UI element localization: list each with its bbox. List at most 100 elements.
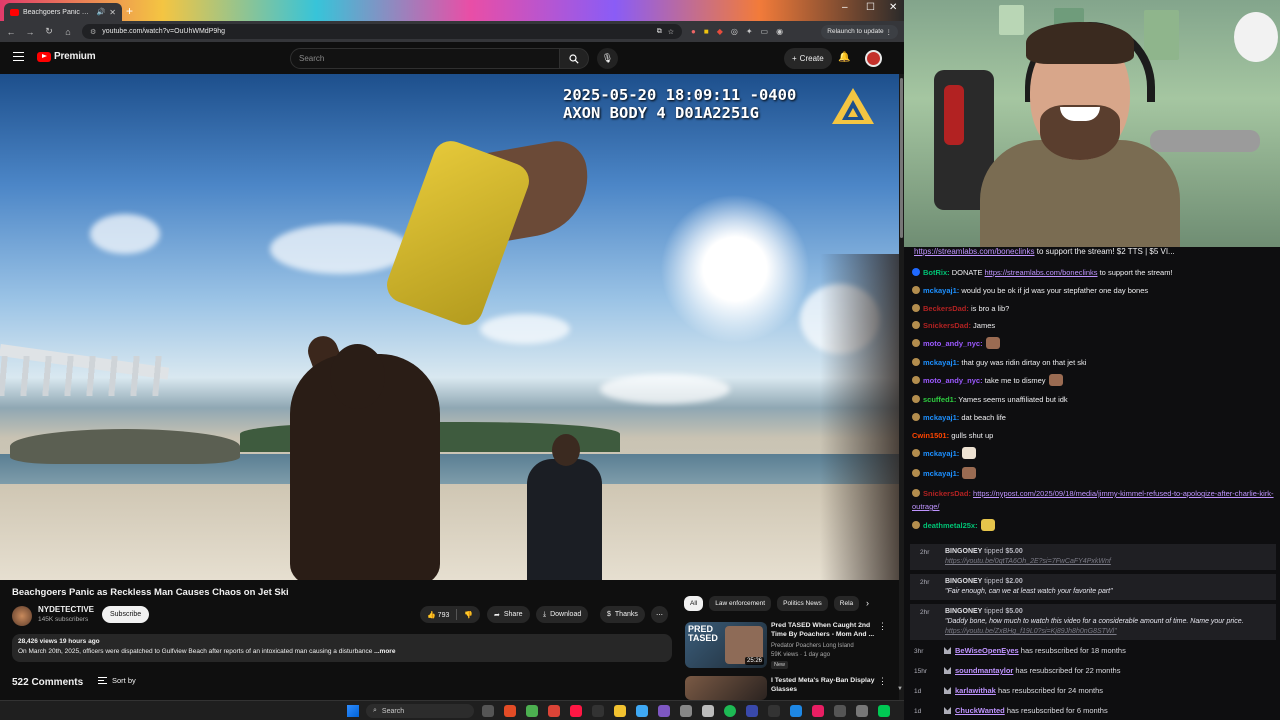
chip-related[interactable]: Rela xyxy=(833,596,860,611)
resub-username[interactable]: ChuckWanted xyxy=(955,706,1005,715)
related-video-title[interactable]: I Tested Meta's Ray-Ban Display Glasses xyxy=(771,677,875,694)
taskbar-search[interactable]: ⌕ Search xyxy=(366,704,474,718)
extensions-puzzle-icon[interactable]: ✦ xyxy=(746,27,753,36)
tip-username[interactable]: BINGONEY xyxy=(945,548,982,555)
scrollbar-thumb[interactable] xyxy=(900,78,903,238)
resub-username[interactable]: soundmantaylor xyxy=(955,666,1013,675)
app-icon[interactable] xyxy=(878,705,890,717)
tip-link[interactable]: https://youtu.be/ZxBHg_f19L0?si=Kj89Jh8h… xyxy=(945,627,1272,637)
app-icon[interactable] xyxy=(548,705,560,717)
profile-icon[interactable]: ◉ xyxy=(776,27,783,36)
app-icon[interactable] xyxy=(570,705,582,717)
new-tab-icon[interactable]: + xyxy=(126,4,133,18)
related-video-title[interactable]: Pred TASED When Caught 2nd Time By Poach… xyxy=(771,622,875,639)
chat-username[interactable]: mckayaj1: xyxy=(923,286,959,295)
extension-icon[interactable]: ◎ xyxy=(731,27,738,36)
subscribe-button[interactable]: Subscribe xyxy=(102,606,150,623)
windows-start-icon[interactable] xyxy=(347,705,359,717)
chip-law-enforcement[interactable]: Law enforcement xyxy=(709,596,772,611)
chat-username[interactable]: Cwin1501: xyxy=(912,431,949,440)
home-icon[interactable]: ⌂ xyxy=(63,27,73,37)
tip-username[interactable]: BINGONEY xyxy=(945,578,982,585)
install-icon[interactable]: ⧉ xyxy=(657,28,662,36)
show-more-link[interactable]: ...more xyxy=(374,648,395,655)
share-button[interactable]: ➦ Share xyxy=(487,606,530,623)
chat-username[interactable]: mckayaj1: xyxy=(923,449,959,458)
download-button[interactable]: ⤓ Download xyxy=(536,606,589,623)
scroll-down-icon[interactable]: ▼ xyxy=(897,686,903,692)
extension-icon[interactable]: ■ xyxy=(704,27,709,36)
sort-comments-button[interactable]: Sort by xyxy=(98,676,136,685)
chat-username[interactable]: BotRix: xyxy=(923,268,950,277)
app-icon[interactable] xyxy=(702,705,714,717)
app-icon[interactable] xyxy=(812,705,824,717)
app-icon[interactable] xyxy=(592,705,604,717)
close-window-icon[interactable]: ✕ xyxy=(889,2,897,13)
related-thumbnail[interactable] xyxy=(685,676,767,700)
resub-username[interactable]: BeWiseOpenEyes xyxy=(955,646,1019,655)
chat-username[interactable]: mckayaj1: xyxy=(923,358,959,367)
app-icon[interactable] xyxy=(636,705,648,717)
thanks-button[interactable]: $ Thanks xyxy=(600,606,645,623)
chat-username[interactable]: SnickersDad: xyxy=(923,321,971,330)
app-icon[interactable] xyxy=(658,705,670,717)
create-button[interactable]: + Create xyxy=(784,48,832,69)
like-button[interactable]: 👍 793 xyxy=(427,611,449,619)
search-input[interactable]: Search xyxy=(290,48,560,69)
channel-name[interactable]: NYDETECTIVE xyxy=(38,605,94,614)
browser-tab[interactable]: Beachgoers Panic as Reckle... 🔊 ✕ xyxy=(4,3,122,21)
close-tab-icon[interactable]: ✕ xyxy=(109,8,116,17)
app-icon[interactable] xyxy=(790,705,802,717)
chat-username[interactable]: SnickersDad: xyxy=(923,489,971,498)
chip-politics-news[interactable]: Politics News xyxy=(777,596,828,611)
side-panel-icon[interactable]: ▭ xyxy=(761,27,769,36)
bookmark-star-icon[interactable]: ☆ xyxy=(668,28,674,36)
youtube-premium-logo[interactable]: Premium xyxy=(37,51,96,62)
notifications-bell-icon[interactable]: 🔔 xyxy=(838,52,850,63)
related-video-channel[interactable]: Predator Poachers Long Island xyxy=(771,642,854,650)
microphone-button[interactable]: 🎙 xyxy=(597,48,618,69)
ticker-link[interactable]: https://streamlabs.com/boneclinks xyxy=(914,247,1035,256)
chevron-right-icon[interactable]: › xyxy=(866,598,869,608)
task-view-icon[interactable] xyxy=(482,705,494,717)
more-vertical-icon[interactable]: ⋮ xyxy=(878,676,887,687)
file-explorer-icon[interactable] xyxy=(614,705,626,717)
back-icon[interactable]: ← xyxy=(6,27,16,37)
site-info-icon[interactable]: ⚙ xyxy=(90,28,96,36)
search-button[interactable] xyxy=(559,48,589,69)
reload-icon[interactable]: ↻ xyxy=(44,26,54,37)
app-icon[interactable] xyxy=(768,705,780,717)
channel-avatar[interactable] xyxy=(12,606,32,626)
spotify-icon[interactable] xyxy=(724,705,736,717)
app-icon[interactable] xyxy=(504,705,516,717)
chat-username[interactable]: mckayaj1: xyxy=(923,469,959,478)
dislike-button[interactable]: 👎 xyxy=(464,611,473,619)
video-player[interactable]: 2025-05-20 18:09:11 -0400 AXON BODY 4 D0… xyxy=(0,74,899,580)
relaunch-button[interactable]: Relaunch to update ⋮ xyxy=(821,24,898,39)
minimize-icon[interactable]: – xyxy=(842,2,848,13)
menu-icon[interactable] xyxy=(13,52,24,61)
related-thumbnail[interactable]: PRED TASED 25:26 xyxy=(685,622,767,668)
tip-link[interactable]: https://youtu.be/0qtTA6Oh_2E?si=7FwCaFY4… xyxy=(945,557,1272,567)
app-icon[interactable] xyxy=(680,705,692,717)
tip-username[interactable]: BINGONEY xyxy=(945,608,982,615)
more-actions-button[interactable]: ⋯ xyxy=(651,606,668,623)
chip-all[interactable]: All xyxy=(684,596,704,611)
extension-icon[interactable]: ● xyxy=(691,27,696,36)
app-icon[interactable] xyxy=(856,705,868,717)
address-bar[interactable]: ⚙ youtube.com/watch?v=OuUhWMdP9hg ⧉ ☆ xyxy=(82,24,682,39)
forward-icon[interactable]: → xyxy=(25,27,35,37)
resub-username[interactable]: karlawithak xyxy=(955,686,996,695)
chat-username[interactable]: moto_andy_nyc: xyxy=(923,339,983,348)
description-box[interactable]: 28,426 views 19 hours ago On March 20th,… xyxy=(12,634,672,662)
app-icon[interactable] xyxy=(834,705,846,717)
account-avatar[interactable] xyxy=(865,50,882,67)
chat-username[interactable]: deathmetal25x: xyxy=(923,521,978,530)
chrome-icon[interactable] xyxy=(526,705,538,717)
chat-username[interactable]: scuffed1: xyxy=(923,395,956,404)
chat-username[interactable]: mckayaj1: xyxy=(923,413,959,422)
maximize-icon[interactable]: ☐ xyxy=(866,2,875,13)
app-icon[interactable] xyxy=(746,705,758,717)
chat-username[interactable]: BeckersDad: xyxy=(923,304,969,313)
chat-username[interactable]: moto_andy_nyc: xyxy=(923,376,983,385)
